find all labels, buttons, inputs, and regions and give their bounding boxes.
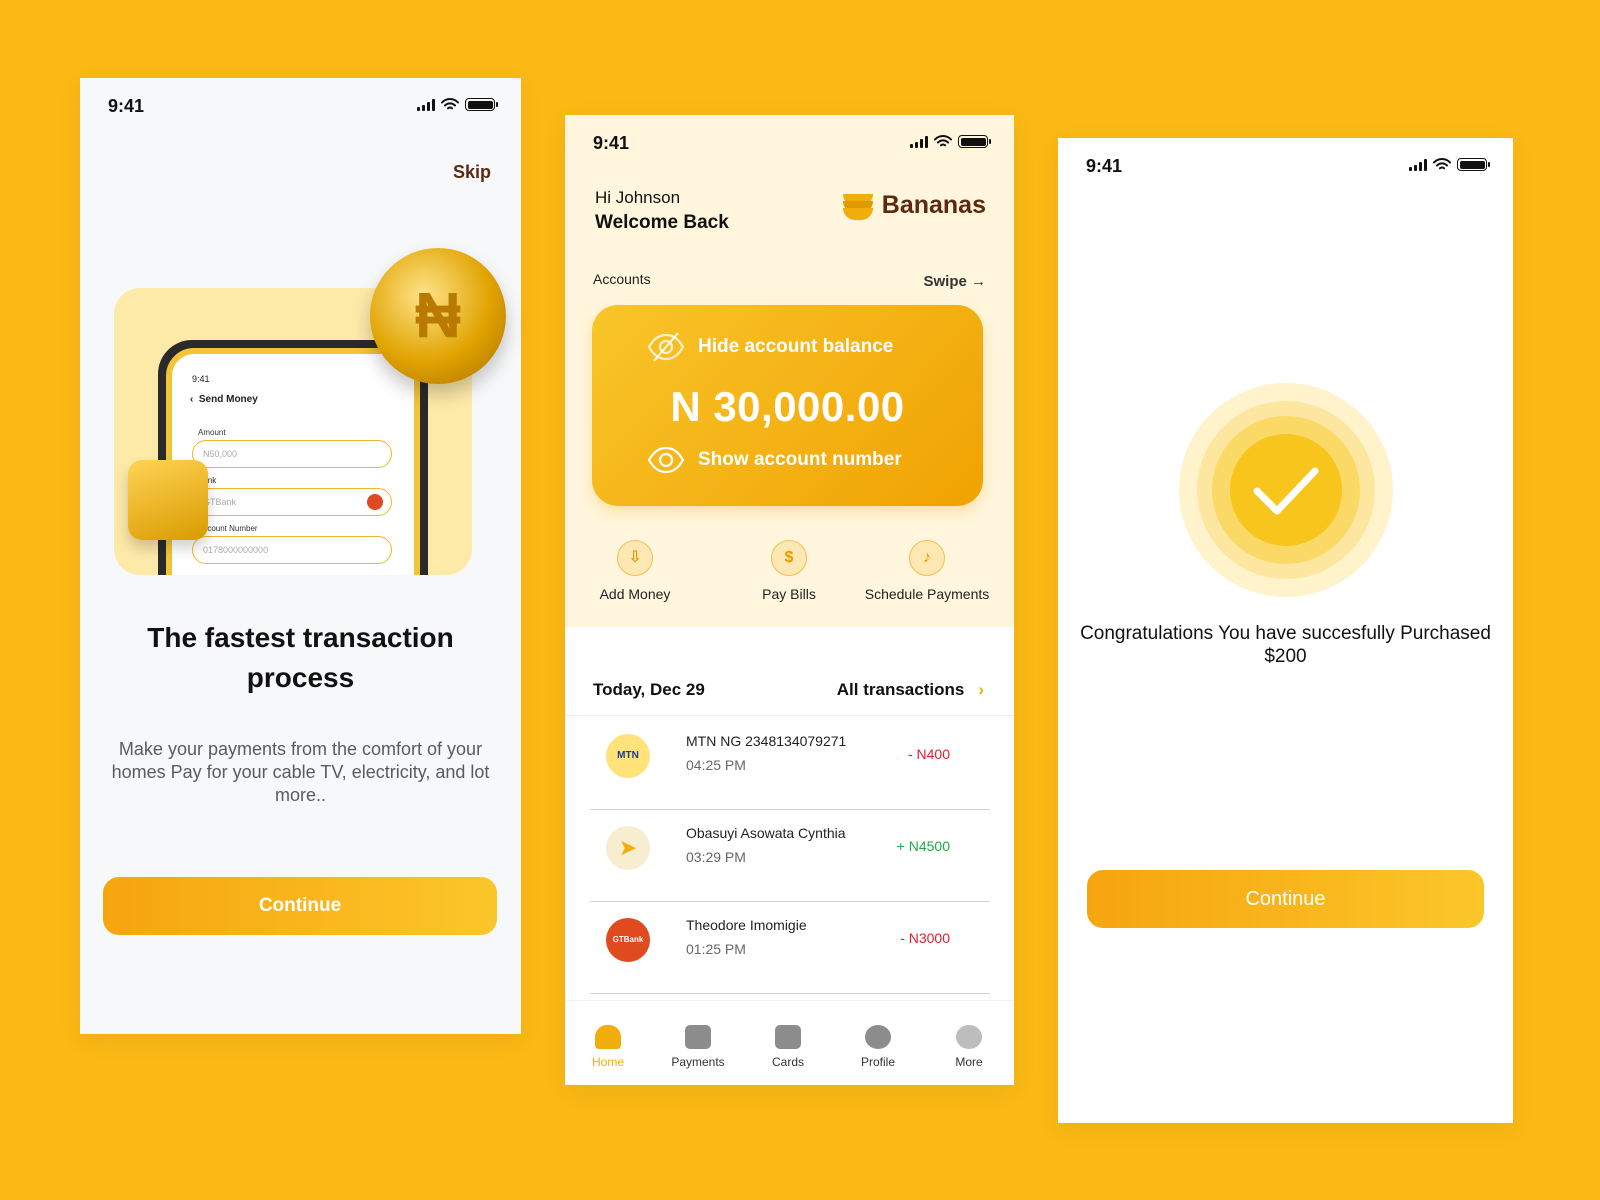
all-transactions-link[interactable]: All transactions › — [837, 680, 984, 700]
tab-profile[interactable]: Profile — [838, 1025, 918, 1069]
transaction-time: 04:25 PM — [686, 757, 746, 773]
success-screen: 9:41 Congratulations You have succesfull… — [1058, 138, 1513, 1123]
hide-balance-toggle[interactable]: Hide account balance — [646, 331, 893, 363]
tab-cards[interactable]: Cards — [748, 1025, 828, 1069]
mock-amount-field: N50,000 — [192, 440, 392, 468]
success-badge — [1179, 383, 1393, 597]
wifi-icon — [934, 135, 952, 147]
status-bar: 9:41 — [565, 115, 1014, 175]
brand-name: Bananas — [881, 190, 986, 219]
schedule-payments-action[interactable]: ♪ Schedule Payments — [847, 540, 1007, 602]
phone-mockup: 9:41 ‹ Send Money Amount N50,000 Bank GT… — [158, 340, 428, 575]
transaction-amount: - N400 — [907, 746, 950, 762]
continue-button[interactable]: Continue — [103, 877, 497, 935]
transaction-time: 01:25 PM — [686, 941, 746, 957]
battery-icon — [465, 98, 498, 111]
show-account-number-label: Show account number — [698, 449, 902, 470]
battery-icon — [1457, 158, 1490, 171]
onboarding-description: Make your payments from the comfort of y… — [111, 739, 490, 805]
status-bar: 9:41 — [80, 78, 521, 138]
signal-icon — [910, 135, 928, 148]
more-icon — [956, 1025, 982, 1049]
card-icon — [775, 1025, 801, 1049]
account-balance: N 30,000.00 — [670, 383, 905, 430]
status-time: 9:41 — [593, 133, 630, 153]
onboarding-title: The fastest transaction process — [147, 622, 454, 693]
greeting: Hi Johnson — [595, 188, 681, 207]
skip-button[interactable]: Skip — [453, 162, 491, 183]
mock-time: 9:41 — [192, 374, 210, 384]
row-divider — [590, 992, 990, 994]
transaction-row[interactable]: GTBank Theodore Imomigie 01:25 PM - N300… — [590, 904, 990, 994]
add-money-action[interactable]: ⇩ Add Money — [565, 540, 705, 602]
mock-bank-field: GTBank — [192, 488, 392, 516]
continue-button[interactable]: Continue — [1087, 870, 1484, 928]
welcome-text: Welcome Back — [595, 212, 729, 233]
eye-icon — [647, 446, 685, 474]
swipe-link[interactable]: Swipe → — [923, 273, 986, 290]
transaction-time: 03:29 PM — [686, 849, 746, 865]
success-message: Congratulations You have succesfully Pur… — [1080, 623, 1491, 667]
gtbank-icon — [367, 494, 383, 510]
pay-bills-action[interactable]: $ Pay Bills — [719, 540, 859, 602]
check-icon — [1253, 467, 1319, 515]
tab-payments[interactable]: Payments — [658, 1025, 738, 1069]
transaction-name: Theodore Imomigie — [686, 917, 807, 933]
mock-title: ‹ Send Money — [190, 394, 258, 405]
naira-coin-icon: ₦ — [370, 248, 506, 384]
wifi-icon — [1433, 158, 1451, 170]
bill-icon: $ — [771, 540, 807, 576]
divider — [565, 715, 1014, 716]
signal-icon — [417, 98, 435, 111]
payments-icon — [685, 1025, 711, 1049]
mock-amount-label: Amount — [198, 428, 226, 437]
row-divider — [590, 900, 990, 902]
banana-icon — [840, 190, 876, 220]
wifi-icon — [441, 98, 459, 110]
brand-logo: Bananas — [840, 190, 986, 220]
mock-account-field: 0178000000000 — [192, 536, 392, 564]
home-icon — [595, 1025, 621, 1049]
schedule-payments-label: Schedule Payments — [864, 586, 990, 602]
wallet-icon — [128, 460, 208, 540]
show-account-number-toggle[interactable]: Show account number — [646, 445, 902, 475]
tab-bar: Home Payments Cards Profile More — [565, 1000, 1014, 1085]
transaction-name: Obasuyi Asowata Cynthia — [686, 825, 846, 841]
download-icon: ⇩ — [617, 540, 653, 576]
signal-icon — [1409, 158, 1427, 171]
transaction-row[interactable]: MTN MTN NG 2348134079271 04:25 PM - N400 — [590, 720, 990, 810]
send-icon: ➤ — [606, 826, 650, 870]
tab-home[interactable]: Home — [568, 1025, 648, 1069]
transactions-date: Today, Dec 29 — [593, 680, 705, 699]
mtn-icon: MTN — [606, 734, 650, 778]
transaction-row[interactable]: ➤ Obasuyi Asowata Cynthia 03:29 PM + N45… — [590, 812, 990, 902]
transaction-name: MTN NG 2348134079271 — [686, 733, 847, 749]
battery-icon — [958, 135, 991, 148]
add-money-label: Add Money — [599, 586, 671, 602]
eye-off-icon — [647, 332, 685, 362]
hide-balance-label: Hide account balance — [698, 336, 894, 357]
pay-bills-label: Pay Bills — [762, 586, 816, 602]
transaction-amount: - N3000 — [900, 930, 950, 946]
transaction-amount: + N4500 — [896, 838, 950, 854]
account-card[interactable]: Hide account balance N 30,000.00 Show ac… — [592, 305, 983, 506]
status-time: 9:41 — [1086, 156, 1123, 176]
status-bar: 9:41 — [1058, 138, 1513, 198]
onboarding-screen: 9:41 Skip 9:41 ‹ Send Money Amount N50,0… — [80, 78, 521, 1034]
chevron-right-icon: › — [978, 680, 984, 699]
status-time: 9:41 — [108, 96, 145, 116]
row-divider — [590, 808, 990, 810]
bell-icon: ♪ — [909, 540, 945, 576]
accounts-label: Accounts — [593, 271, 651, 287]
tab-more[interactable]: More — [929, 1025, 1009, 1069]
profile-icon — [865, 1025, 891, 1049]
gtbank-icon: GTBank — [606, 918, 650, 962]
home-screen: 9:41 Hi Johnson Welcome Back Bananas Acc… — [565, 115, 1014, 1085]
